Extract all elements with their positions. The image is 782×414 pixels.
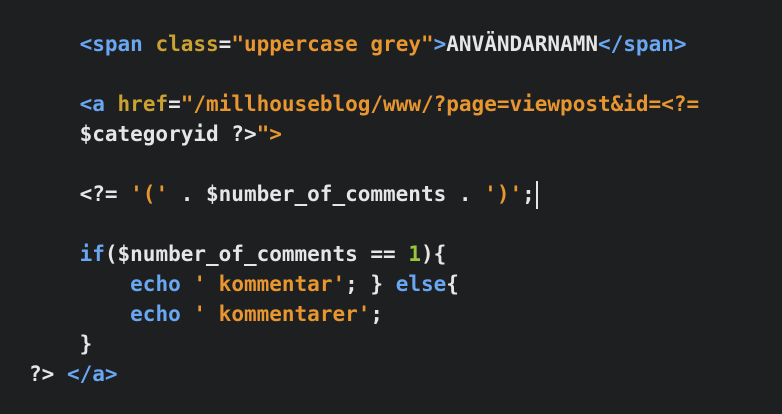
equals-sign: = bbox=[218, 32, 232, 56]
html-tag-close: </span> bbox=[598, 32, 687, 56]
keyword-echo: echo bbox=[130, 302, 181, 326]
php-variable: $categoryid ?> bbox=[79, 122, 257, 146]
text-cursor bbox=[535, 181, 538, 209]
code-line-5: if($number_of_comments == 1){ bbox=[29, 239, 447, 269]
attribute-name: href bbox=[117, 92, 169, 116]
html-tag-open: <span bbox=[79, 32, 143, 56]
html-tag-bracket: > bbox=[433, 32, 447, 56]
string-literal: ')' bbox=[484, 182, 523, 206]
attribute-value: "uppercase grey" bbox=[231, 32, 434, 56]
text-content: ANVÄNDARNAMN bbox=[446, 32, 598, 56]
php-expression: ; } bbox=[345, 272, 396, 296]
code-line-9: ?> </a> bbox=[29, 359, 118, 389]
number-literal: 1 bbox=[408, 242, 421, 266]
attribute-name: class bbox=[155, 32, 219, 56]
string-literal: '(' bbox=[130, 182, 169, 206]
php-close-tag: ?> bbox=[29, 362, 55, 386]
semicolon: ; bbox=[370, 302, 384, 326]
keyword-if: if bbox=[79, 242, 105, 266]
code-line-3: $categoryid ?>"> bbox=[29, 119, 282, 149]
equals-sign: = bbox=[168, 92, 181, 116]
code-line-4: <?= '(' . $number_of_comments . ')'; bbox=[29, 179, 538, 209]
php-open-echo: <?= bbox=[79, 182, 131, 206]
code-line-8: } bbox=[29, 329, 93, 359]
php-expression: . $number_of_comments . bbox=[168, 182, 485, 206]
brace-close: } bbox=[79, 332, 93, 356]
code-line-7: echo ' kommentarer'; bbox=[29, 299, 383, 329]
brace-open: { bbox=[446, 272, 459, 296]
code-line-1: <span class="uppercase grey">ANVÄNDARNAM… bbox=[29, 29, 687, 59]
html-tag-close: </a> bbox=[66, 362, 118, 386]
keyword-else: else bbox=[395, 272, 447, 296]
semicolon: ; bbox=[522, 182, 535, 206]
code-line-2: <a href="/millhouseblog/www/?page=viewpo… bbox=[29, 89, 700, 119]
brace-open: ){ bbox=[420, 242, 447, 266]
attribute-value-end: "> bbox=[256, 122, 282, 146]
php-expression: ($number_of_comments == bbox=[104, 242, 409, 266]
code-line-6: echo ' kommentar'; } else{ bbox=[29, 269, 459, 299]
attribute-value: "/millhouseblog/www/?page=viewpost&id=<?… bbox=[180, 92, 700, 116]
html-tag-open: <a bbox=[79, 92, 105, 116]
string-literal: ' kommentar' bbox=[193, 272, 346, 296]
keyword-echo: echo bbox=[130, 272, 181, 296]
code-editor[interactable]: <span class="uppercase grey">ANVÄNDARNAM… bbox=[0, 0, 782, 414]
string-literal: ' kommentarer' bbox=[193, 302, 371, 326]
